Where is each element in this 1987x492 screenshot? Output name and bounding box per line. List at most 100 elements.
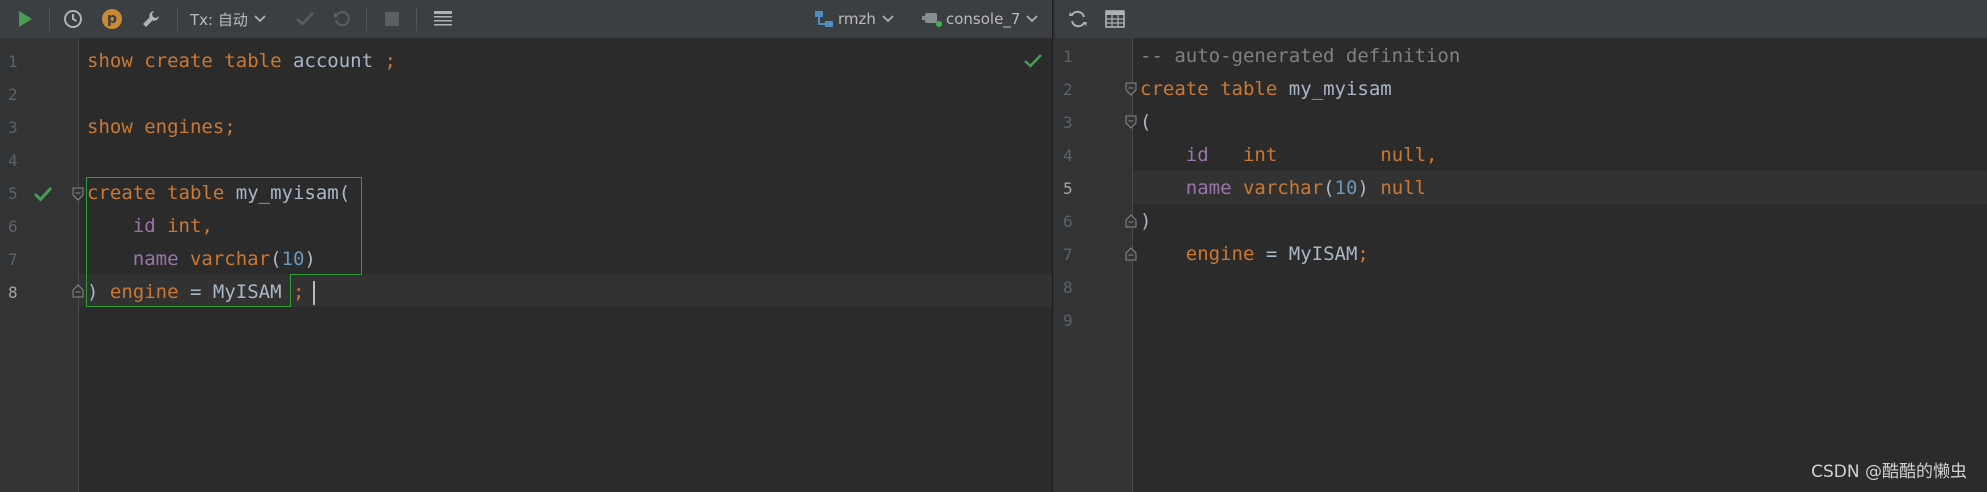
settings-button[interactable] (136, 0, 166, 38)
comment: -- auto-generated definition (1140, 45, 1461, 67)
code-line[interactable]: ) (1140, 205, 1151, 238)
column-type: int (167, 215, 202, 237)
console-label: console_7 (946, 10, 1021, 28)
gutter-divider (78, 38, 79, 492)
code-line[interactable]: name varchar(10) (87, 243, 316, 276)
comma: , (1426, 144, 1438, 166)
refresh-button[interactable] (1063, 0, 1093, 38)
code-line[interactable]: show engines; (87, 111, 236, 144)
column-name: id (1185, 144, 1209, 166)
table-name: my_myisam (235, 182, 339, 204)
semicolon: ; (293, 281, 305, 303)
semicolon: ; (1357, 243, 1369, 265)
transaction-mode-label: Tx: 自动 (190, 10, 248, 29)
code-line[interactable]: ) engine = MyISAM ; (87, 276, 304, 309)
toolbar-separator (416, 7, 417, 31)
line-number: 6 (1063, 212, 1073, 231)
execute-button[interactable] (10, 0, 40, 38)
keyword: show (87, 116, 133, 138)
paren: ( (270, 248, 282, 270)
operator: = (190, 281, 202, 303)
line-number-active: 8 (8, 283, 18, 302)
code-line[interactable]: ( (1140, 106, 1151, 139)
code-line[interactable]: create table my_myisam (1140, 73, 1392, 106)
column-type: varchar (1242, 177, 1324, 199)
code-line[interactable]: engine = MyISAM; (1140, 238, 1369, 271)
rollback-button[interactable] (327, 0, 357, 38)
paren: ) (304, 248, 316, 270)
chevron-down-icon (254, 15, 266, 23)
results-view-button[interactable] (428, 0, 458, 38)
line-number: 7 (8, 250, 18, 269)
toolbar-separator (49, 7, 50, 31)
keyword: engines (144, 116, 225, 138)
console-plug-icon (922, 13, 942, 27)
chevron-down-icon (882, 15, 894, 23)
sql-console-editor[interactable]: p Tx: 自动 rmzh console_7 1 2 3 4 5 6 7 8 … (0, 0, 1052, 492)
semicolon: ; (224, 116, 236, 138)
fold-close-icon[interactable] (72, 284, 84, 298)
paren: ) (1357, 177, 1369, 199)
profile-badge-letter: p (106, 11, 118, 27)
schema-icon (815, 11, 833, 27)
line-number: 4 (8, 151, 18, 170)
fold-open-icon[interactable] (1125, 82, 1137, 96)
semicolon: ; (384, 50, 396, 72)
line-number: 3 (1063, 113, 1073, 132)
commit-button[interactable] (290, 0, 320, 38)
paren: ) (1140, 210, 1152, 232)
clock-icon (64, 10, 82, 28)
comma: , (201, 215, 213, 237)
line-number: 8 (1063, 278, 1073, 297)
keyword: engine (1185, 243, 1255, 265)
code-line[interactable]: show create table account ; (87, 45, 396, 78)
profile-badge: p (102, 9, 122, 29)
fold-close-icon[interactable] (1125, 214, 1137, 228)
stop-button[interactable] (377, 0, 407, 38)
column-name: id (132, 215, 156, 237)
number: 10 (1334, 177, 1358, 199)
toolbar-separator (177, 7, 178, 31)
keyword: engine (109, 281, 179, 303)
paren: ( (1140, 111, 1152, 133)
paren: ) (87, 281, 99, 303)
column-name: name (132, 248, 179, 270)
ddl-preview-editor[interactable]: 1 2 3 4 5 6 7 8 9 -- auto-generated defi… (1055, 0, 1987, 492)
code-line[interactable]: id int, (87, 210, 213, 243)
transaction-mode-dropdown[interactable]: Tx: 自动 (190, 0, 280, 38)
keyword: table (1220, 78, 1278, 100)
play-icon (19, 11, 32, 27)
keyword: create (1140, 78, 1209, 100)
line-number: 6 (8, 217, 18, 236)
line-number: 7 (1063, 245, 1073, 264)
undo-icon (334, 11, 350, 27)
line-number: 9 (1063, 311, 1073, 330)
console-toolbar: p Tx: 自动 rmzh console_7 (0, 0, 1052, 39)
table-name: account (292, 50, 374, 72)
chevron-down-icon (1026, 15, 1039, 23)
paren: ( (1323, 177, 1335, 199)
schema-selector[interactable]: rmzh (814, 0, 898, 38)
profile-button[interactable]: p (97, 0, 127, 38)
fold-close-icon[interactable] (1125, 247, 1137, 261)
code-line[interactable]: name varchar(10) null (1140, 172, 1426, 205)
line-number: 1 (1063, 47, 1073, 66)
keyword: table (224, 50, 282, 72)
query-history-button[interactable] (58, 0, 88, 38)
console-selector[interactable]: console_7 (922, 0, 1044, 38)
table-icon (1105, 10, 1125, 28)
keyword: null (1380, 144, 1427, 166)
stop-icon (385, 12, 399, 26)
code-line[interactable]: create table my_myisam( (87, 177, 350, 210)
fold-open-icon[interactable] (1125, 115, 1137, 129)
code-line[interactable]: -- auto-generated definition (1140, 40, 1460, 73)
fold-open-icon[interactable] (72, 187, 84, 201)
number: 10 (281, 248, 305, 270)
keyword: table (167, 182, 225, 204)
paren: ( (338, 182, 351, 204)
toolbar-separator (366, 7, 367, 31)
keyword: create (87, 182, 156, 204)
table-view-button[interactable] (1100, 0, 1130, 38)
code-line[interactable]: id int null, (1140, 139, 1438, 172)
line-number: 2 (1063, 80, 1073, 99)
